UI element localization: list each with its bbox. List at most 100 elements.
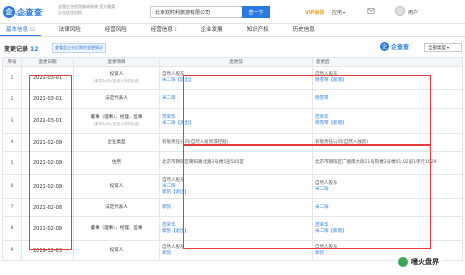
table-header-row: 序号 变更日期 变更项目 变更前 变更后: [2, 57, 463, 67]
change-date: 2021-03-01: [21, 89, 74, 109]
app-menu[interactable]: 应用▾: [332, 9, 345, 16]
col-header-before: 变更前: [159, 57, 313, 67]
change-item-label: 投资人: [109, 247, 124, 253]
change-item: 法定代表人: [73, 198, 160, 217]
after-value[interactable]: 晓雪琴: [315, 96, 460, 102]
before-value[interactable]: 郭凯【退出】: [162, 190, 310, 196]
row-number: 1: [2, 66, 22, 90]
before-value[interactable]: 郭凯: [162, 205, 310, 211]
tab-business-info[interactable]: 经营信息3: [145, 25, 183, 36]
change-before: 自然人股东 郭凯: [159, 240, 313, 261]
change-record-table: 序号 变更日期 变更项目 变更前 变更后 1 2021-03-01 投资人 (事项为何…: [2, 57, 463, 261]
change-item-label: 企业类型: [107, 139, 126, 145]
table-row: 2 2021-03-01 法定代表人 米二阳 晓雪琴: [2, 89, 463, 109]
change-date: 2021-02-08: [21, 216, 74, 241]
col-header-item: 变更项目: [73, 57, 160, 67]
tab-label: 法律风险: [58, 27, 81, 33]
row-number: 7: [2, 198, 22, 217]
tab-label: 基本信息: [6, 27, 29, 33]
table-row: 9 2019-12-03 投资人 自然人股东 郭凯 自然人股东 郭凯: [2, 240, 463, 261]
change-date: 2021-02-08: [21, 174, 74, 199]
table-row: 7 2021-02-08 法定代表人 郭凯 米二阳: [2, 198, 463, 217]
avatar[interactable]: [395, 6, 405, 16]
tab-count: 3: [173, 28, 177, 33]
before-value[interactable]: 米二阳【退出】: [162, 121, 310, 127]
change-after: 有限责任公司(自然人独资): [312, 133, 463, 152]
col-header-after: 变更后: [312, 57, 463, 67]
top-bar: 企 企查查 qcc.com 全国企业信用查询系统 官方备案企业征信机构 查一下 …: [0, 0, 465, 24]
tab-bar: 基本信息33 法律风险 经营风险 经营信息3 企业发展 知识产权 历史信息: [0, 25, 465, 37]
row-number: 4: [2, 133, 22, 152]
change-after: 米二阳: [312, 198, 463, 217]
after-value[interactable]: 晓雪琴【新增】: [315, 121, 460, 127]
change-after: 自然人股东 米二阳: [312, 174, 463, 199]
row-number: 2: [2, 89, 22, 109]
before-value[interactable]: 郭凯: [162, 251, 310, 257]
vip-link[interactable]: VIP会员: [305, 9, 324, 16]
table-row: 3 2021-03-01 董事（理事）、经理、监事 (事项为何以投资人列项出现) 范荣华…: [2, 108, 463, 134]
change-date: 2021-02-08: [21, 198, 74, 217]
row-number: 3: [2, 108, 22, 134]
tab-history[interactable]: 历史信息: [287, 25, 321, 36]
search-input[interactable]: [150, 6, 242, 18]
message-icon[interactable]: [367, 7, 375, 15]
section-logo-text: 企查查: [391, 44, 410, 51]
before-value: 北京市朝阳区朝阳路北路2号楼5层505室: [162, 160, 244, 165]
tab-label: 知识产权: [246, 27, 269, 33]
tab-label: 企业发展: [200, 27, 223, 33]
change-item-note: (事项为何以投资人列项出现): [93, 122, 140, 126]
table-row: 5 2021-02-08 住所 北京市朝阳区朝阳路北路2号楼5层505室 北京市朝阳区广…: [2, 151, 463, 175]
table-row: 4 2021-02-08 企业类型 有限责任公司(自然人投资或控股) 有限责任公司(自然…: [2, 133, 463, 152]
after-value: 有限责任公司(自然人独资): [315, 139, 369, 145]
change-before: 有限责任公司(自然人投资或控股): [159, 133, 313, 152]
table-row: 6 2021-02-08 投资人 自然人股东 米二阳 郭凯【退出】 自然人股东 米二阳: [2, 174, 463, 199]
type-filter-select[interactable]: 全部类型▾: [424, 43, 462, 52]
change-item: 住所: [73, 151, 160, 175]
row-number: 8: [2, 216, 22, 241]
before-value: 有限责任公司(自然人投资或控股): [162, 139, 229, 145]
before-value[interactable]: 郭凯【退出】: [162, 229, 310, 235]
after-value: 北京市朝阳区广顺南大街21号院楼2号楼01-02层1单元1029: [315, 160, 437, 165]
section-hint[interactable]: 查看此企业近期的变更情况: [52, 43, 106, 53]
tab-business-risk[interactable]: 经营风险: [99, 25, 133, 36]
tab-basic-info[interactable]: 基本信息33: [0, 25, 41, 36]
change-before: 范荣华 米二阳【退出】: [159, 108, 313, 134]
app-menu-label: 应用: [332, 10, 343, 16]
wechat-icon: [398, 257, 408, 267]
change-item: 投资人: [73, 240, 160, 261]
user-name[interactable]: 用户: [408, 9, 418, 16]
before-value[interactable]: 米二阳【退出】: [162, 78, 310, 84]
tab-ip[interactable]: 知识产权: [241, 25, 275, 36]
tab-development[interactable]: 企业发展: [195, 25, 229, 36]
change-date: 2021-03-01: [21, 66, 74, 90]
after-value[interactable]: 米二阳: [315, 205, 460, 211]
change-item: 董事（理事）、经理、监事 (事项为何以投资人列项出现): [73, 108, 160, 134]
tab-legal-risk[interactable]: 法律风险: [53, 25, 87, 36]
change-before: 自然人股东 米二阳 郭凯【退出】: [159, 174, 313, 199]
change-after: 范荣华 米二阳【新增】: [312, 216, 463, 241]
watermark: 嗜火盘界: [395, 256, 442, 268]
table-body: 1 2021-03-01 投资人 (事项为何以投资人列项出现) 自然人股东 米二阳【退出】…: [2, 66, 463, 261]
tab-count: 33: [29, 28, 35, 33]
slogan: 全国企业信用查询系统 官方备案企业征信机构: [58, 4, 116, 15]
row-number: 9: [2, 240, 22, 261]
change-date: 2021-03-01: [21, 108, 74, 134]
after-value[interactable]: 米二阳【新增】: [315, 229, 460, 235]
section-logo: 企 企查查: [380, 42, 409, 51]
change-before: 范荣华 郭凯【退出】: [159, 216, 313, 241]
tab-label: 历史信息: [292, 27, 315, 33]
change-item-label: 董事（理事）、经理、监事: [90, 225, 143, 231]
after-value[interactable]: 米二阳: [315, 187, 460, 193]
change-before: 自然人股东 米二阳【退出】: [159, 66, 313, 90]
change-after: 自然人股东 晓雪琴【新增】: [312, 66, 463, 90]
table-row: 1 2021-03-01 投资人 (事项为何以投资人列项出现) 自然人股东 米二阳【退出】…: [2, 66, 463, 90]
watermark-text: 嗜火盘界: [411, 258, 439, 266]
section-count: 12: [30, 46, 39, 53]
chevron-down-icon: ▾: [447, 45, 450, 50]
section-title: 变更记录 12: [4, 44, 38, 53]
after-value[interactable]: 晓雪琴【新增】: [315, 78, 460, 84]
before-value[interactable]: 米二阳: [162, 96, 310, 102]
search-button[interactable]: 查一下: [242, 6, 270, 18]
change-item: 企业类型: [73, 133, 160, 152]
chevron-down-icon: ▾: [343, 10, 346, 15]
